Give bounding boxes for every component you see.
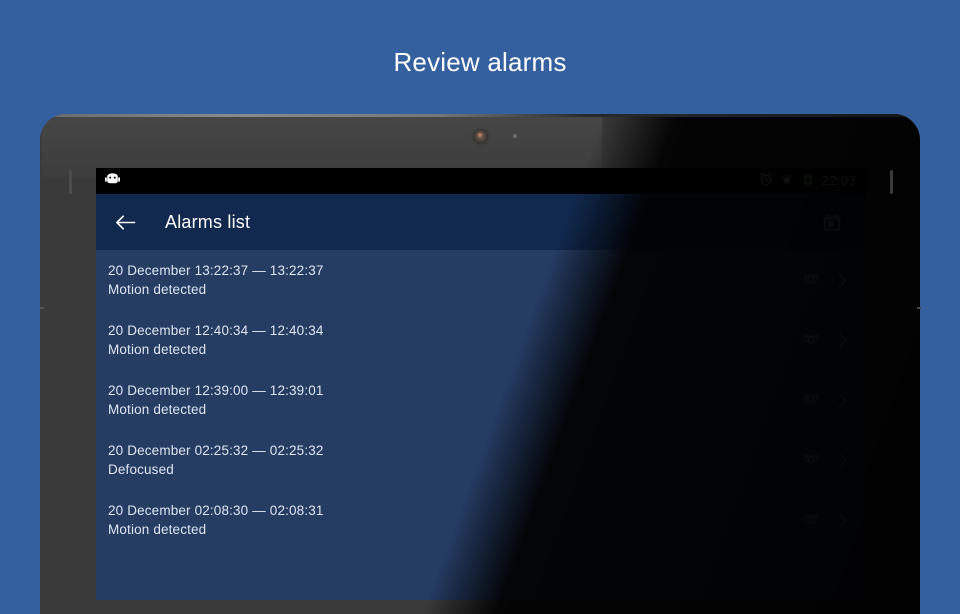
status-bar-clock: 22:03 bbox=[821, 173, 856, 188]
alarms-list: 20 December 13:22:37 — 13:22:37 Motion d… bbox=[96, 250, 866, 550]
alarm-text-block: 20 December 13:22:37 — 13:22:37 Motion d… bbox=[108, 261, 800, 299]
list-item[interactable]: 20 December 13:22:37 — 13:22:37 Motion d… bbox=[96, 250, 866, 310]
tablet-screen: 22:03 Alarms list 20 December 13:22:37 —… bbox=[96, 168, 866, 600]
alarm-event: Motion detected bbox=[108, 342, 207, 357]
android-status-bar: 22:03 bbox=[96, 168, 866, 194]
list-item[interactable]: 20 December 02:08:30 — 02:08:31 Motion d… bbox=[96, 490, 866, 550]
list-item[interactable]: 20 December 12:39:00 — 12:39:01 Motion d… bbox=[96, 370, 866, 430]
speaker-slot-right bbox=[890, 170, 893, 194]
alarm-datetime: 20 December 13:22:37 — 13:22:37 bbox=[108, 263, 324, 278]
page-title: Review alarms bbox=[393, 47, 567, 77]
battery-charging-icon bbox=[801, 172, 815, 191]
proximity-sensor-icon bbox=[513, 134, 517, 138]
bezel-seam-right bbox=[917, 307, 921, 309]
front-camera-icon bbox=[474, 130, 487, 143]
alarm-datetime: 20 December 12:39:00 — 12:39:01 bbox=[108, 383, 324, 398]
alarm-event: Motion detected bbox=[108, 402, 207, 417]
app-bar-title: Alarms list bbox=[165, 211, 251, 232]
back-arrow-icon[interactable] bbox=[108, 205, 142, 239]
chevron-right-icon[interactable] bbox=[834, 449, 850, 471]
bezel-seam-left bbox=[40, 307, 44, 309]
cctv-dome-camera-icon[interactable] bbox=[800, 509, 822, 531]
alarm-clock-icon bbox=[759, 172, 773, 191]
chevron-right-icon[interactable] bbox=[834, 509, 850, 531]
android-robot-icon bbox=[105, 172, 120, 190]
alarm-text-block: 20 December 02:08:30 — 02:08:31 Motion d… bbox=[108, 501, 800, 539]
cctv-dome-camera-icon[interactable] bbox=[800, 269, 822, 291]
calendar-icon[interactable] bbox=[816, 206, 848, 238]
list-item[interactable]: 20 December 12:40:34 — 12:40:34 Motion d… bbox=[96, 310, 866, 370]
alarm-event: Motion detected bbox=[108, 282, 207, 297]
alarm-datetime: 20 December 02:25:32 — 02:25:32 bbox=[108, 443, 324, 458]
bezel-top-edge bbox=[40, 114, 920, 117]
alarm-text-block: 20 December 12:40:34 — 12:40:34 Motion d… bbox=[108, 321, 800, 359]
speaker-slot-left bbox=[69, 170, 72, 194]
cctv-dome-camera-icon[interactable] bbox=[800, 389, 822, 411]
alarm-datetime: 20 December 12:40:34 — 12:40:34 bbox=[108, 323, 324, 338]
alarm-text-block: 20 December 12:39:00 — 12:39:01 Motion d… bbox=[108, 381, 800, 419]
chevron-right-icon[interactable] bbox=[834, 329, 850, 351]
chevron-right-icon[interactable] bbox=[834, 389, 850, 411]
chevron-right-icon[interactable] bbox=[834, 269, 850, 291]
wifi-icon bbox=[780, 172, 794, 190]
alarm-event: Motion detected bbox=[108, 522, 207, 537]
alarm-datetime: 20 December 02:08:30 — 02:08:31 bbox=[108, 503, 324, 518]
app-bar: Alarms list bbox=[96, 194, 866, 250]
list-item[interactable]: 20 December 02:25:32 — 02:25:32 Defocuse… bbox=[96, 430, 866, 490]
alarm-text-block: 20 December 02:25:32 — 02:25:32 Defocuse… bbox=[108, 441, 800, 479]
cctv-dome-camera-icon[interactable] bbox=[800, 329, 822, 351]
cctv-dome-camera-icon[interactable] bbox=[800, 449, 822, 471]
alarm-event: Defocused bbox=[108, 462, 174, 477]
